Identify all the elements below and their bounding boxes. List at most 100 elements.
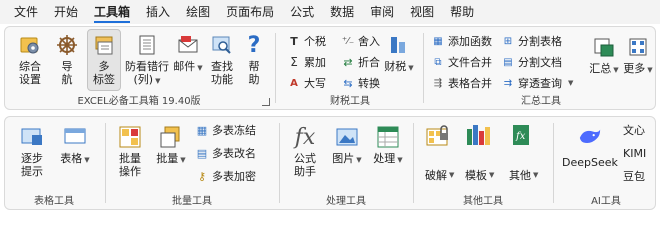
multi-tab-icon	[92, 33, 116, 57]
row-highlight-label-1: 防看错行	[125, 60, 169, 73]
merge-tables-button[interactable]: ⇶ 表格合并	[431, 75, 492, 91]
menu-review[interactable]: 审阅	[362, 0, 402, 24]
menu-page-layout[interactable]: 页面布局	[218, 0, 282, 24]
formula-assistant-button[interactable]: fx 公式 助手	[287, 125, 323, 178]
multi-tab-button[interactable]: 多 标签	[87, 29, 121, 91]
menu-help[interactable]: 帮助	[442, 0, 482, 24]
kimi-button[interactable]: KIMI	[623, 145, 646, 161]
process-icon	[376, 125, 400, 149]
table-label: 表格 ▼	[60, 152, 90, 165]
menu-formulas[interactable]: 公式	[282, 0, 322, 24]
general-settings-label-1: 综合	[19, 60, 41, 73]
more-button[interactable]: 更多 ▼	[623, 35, 653, 77]
group-label-tax-tools: 财税工具	[330, 96, 370, 107]
general-settings-button[interactable]: 综合 设置	[13, 33, 47, 86]
uppercase-amount-button[interactable]: A 大写	[287, 75, 326, 91]
group-divider	[413, 123, 414, 203]
batch-icon	[159, 125, 183, 149]
batch-button[interactable]: 批量 ▼	[153, 125, 189, 167]
deepseek-whale-icon	[578, 125, 602, 149]
menu-file[interactable]: 文件	[6, 0, 46, 24]
drill-query-button[interactable]: ⇉ 穿透查询 ▼	[501, 75, 574, 91]
picture-button[interactable]: 图片 ▼	[329, 125, 365, 167]
doubao-button[interactable]: 豆包	[623, 168, 645, 184]
svg-text:fx: fx	[515, 131, 526, 142]
more-label: 更多 ▼	[623, 62, 653, 75]
help-button[interactable]: ? 帮 助	[241, 33, 267, 86]
income-tax-button[interactable]: T 个税	[287, 33, 326, 49]
multi-sheet-freeze-button[interactable]: ▦ 多表冻结	[195, 122, 256, 138]
template-button[interactable]: 模板 ▼	[465, 167, 494, 183]
deepseek-button[interactable]: DeepSeek	[559, 125, 621, 169]
mail-label: 邮件 ▼	[173, 60, 203, 73]
row-highlight-label-2: (列) ▼	[133, 73, 161, 86]
book-stack-icon	[465, 123, 493, 150]
dialog-launcher-icon[interactable]	[262, 98, 270, 106]
group-divider	[275, 33, 276, 103]
finance-tax-button[interactable]: 财税 ▼	[383, 33, 415, 75]
menu-toolbox[interactable]: 工具箱	[86, 0, 138, 24]
navigation-button[interactable]: 导 航	[53, 33, 81, 86]
help-label-1: 帮	[248, 60, 260, 73]
rounding-button[interactable]: ⁺⁄₋ 舍入	[341, 33, 380, 49]
multi-sheet-rename-button[interactable]: ▤ 多表改名	[195, 145, 256, 161]
menu-home[interactable]: 开始	[46, 0, 86, 24]
formula-fx-icon: fx	[294, 124, 316, 150]
batch-operation-label-1: 批量	[119, 152, 141, 165]
multi-sheet-encrypt-button[interactable]: ⚷ 多表加密	[195, 168, 256, 184]
merge-files-button[interactable]: ⧉ 文件合并	[431, 54, 492, 70]
mail-button[interactable]: 邮件 ▼	[173, 33, 203, 75]
mail-icon	[176, 33, 200, 57]
picture-label: 图片 ▼	[332, 152, 362, 165]
row-highlight-button[interactable]: 防看错行 (列) ▼	[125, 33, 169, 88]
more-grid-icon	[626, 35, 650, 59]
other-button[interactable]: 其他 ▼	[509, 167, 538, 183]
convert-equivalent-button[interactable]: ⇄ 折合	[341, 54, 380, 70]
finance-icon	[387, 33, 411, 57]
navigation-label-2: 航	[61, 73, 73, 86]
table-button[interactable]: 表格 ▼	[57, 125, 93, 167]
deepseek-label: DeepSeek	[562, 156, 618, 169]
chevron-down-icon: ▼	[197, 64, 203, 72]
find-function-label-2: 功能	[211, 73, 233, 86]
rename-icon: ▤	[196, 146, 208, 160]
wenxin-button[interactable]: 文心	[623, 122, 645, 138]
menu-insert[interactable]: 插入	[138, 0, 178, 24]
add-function-button[interactable]: ▦ 添加函数	[431, 33, 492, 49]
formula-assistant-label-2: 助手	[294, 165, 316, 178]
row-highlight-icon	[135, 33, 159, 57]
menu-data[interactable]: 数据	[322, 0, 362, 24]
ribbon-toolbox-row2: 逐步 提示 表格 ▼ 表格工具 批量 操作 批量 ▼ ▦ 多表冻结 ▤ 多表改名…	[4, 116, 656, 210]
summarize-label: 汇总 ▼	[589, 62, 619, 75]
step-hint-button[interactable]: 逐步 提示	[15, 125, 49, 178]
key-icon: ⚷	[197, 169, 207, 183]
ribbon-toolbox-row1: 综合 设置 导 航 多 标签 防看错行 (列) ▼ 邮件 ▼ 查找 功能 ? 帮…	[4, 26, 656, 110]
group-ai-tools: DeepSeek 文心 KIMI 豆包 AI工具	[555, 117, 657, 209]
formula-assistant-label-1: 公式	[294, 152, 316, 165]
split-table-button[interactable]: ⊞ 分割表格	[501, 33, 562, 49]
process-button[interactable]: 处理 ▼	[369, 125, 407, 167]
freeze-icon: ▦	[196, 123, 208, 137]
multi-tab-label-1: 多	[98, 60, 110, 73]
function-icon: ▦	[433, 35, 443, 47]
helm-icon	[55, 33, 79, 57]
group-batch-tools: 批量 操作 批量 ▼ ▦ 多表冻结 ▤ 多表改名 ⚷ 多表加密 批量工具	[107, 117, 277, 209]
group-divider	[423, 33, 424, 103]
menu-draw[interactable]: 绘图	[178, 0, 218, 24]
crack-button[interactable]: 破解 ▼	[425, 167, 454, 183]
menu-view[interactable]: 视图	[402, 0, 442, 24]
find-icon	[210, 33, 234, 57]
merge-files-icon: ⧉	[434, 56, 442, 68]
chevron-down-icon: ▼	[533, 171, 539, 179]
transform-button[interactable]: ⇆ 转换	[341, 75, 380, 91]
split-document-button[interactable]: ▤ 分割文档	[501, 54, 562, 70]
uppercase-icon: A	[290, 77, 298, 89]
group-label-batch-tools: 批量工具	[172, 196, 212, 207]
batch-operation-button[interactable]: 批量 操作	[113, 125, 147, 178]
find-function-button[interactable]: 查找 功能	[207, 33, 237, 86]
process-label: 处理 ▼	[373, 152, 403, 165]
summarize-button[interactable]: 汇总 ▼	[589, 35, 619, 77]
help-label-2: 助	[248, 73, 260, 86]
chevron-down-icon: ▼	[180, 156, 186, 164]
accumulate-button[interactable]: Σ 累加	[287, 54, 326, 70]
